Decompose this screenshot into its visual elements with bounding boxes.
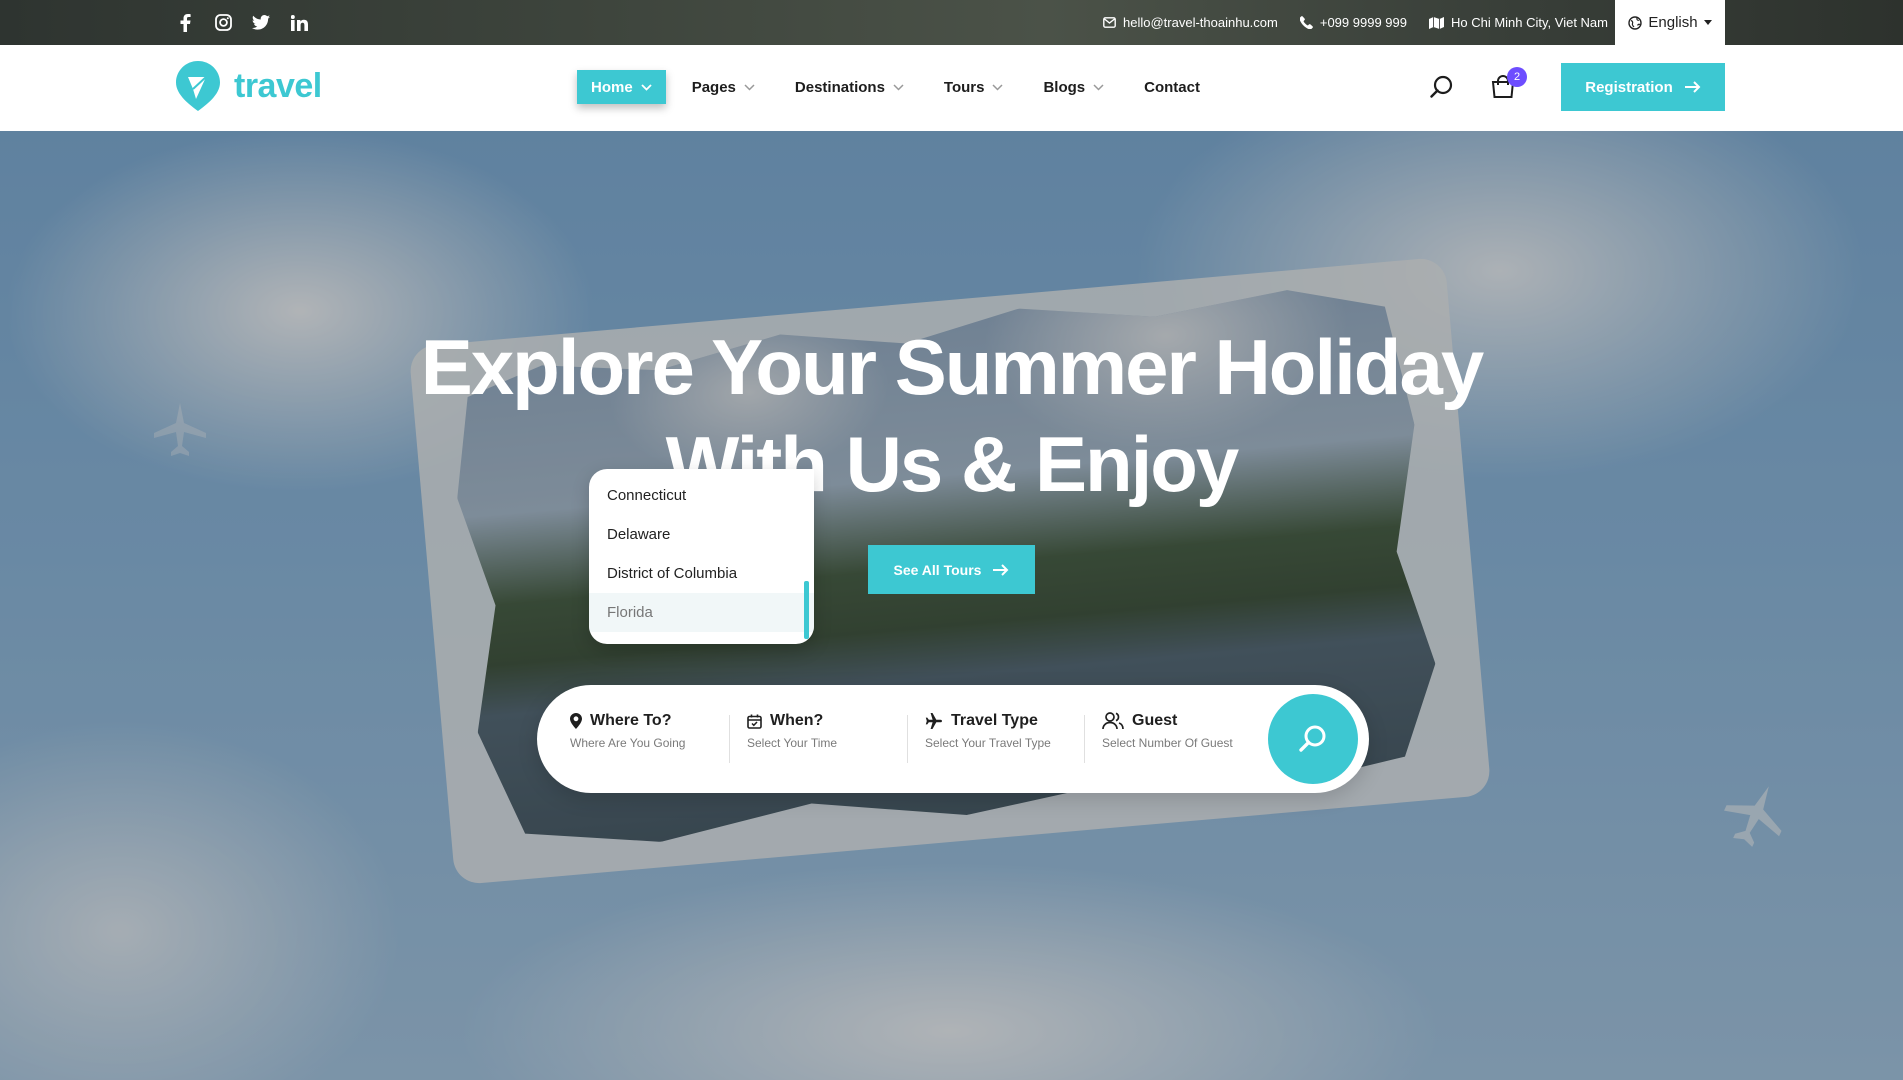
phone-icon: [1299, 16, 1313, 29]
search-icon: [1299, 725, 1326, 752]
linkedin-icon[interactable]: [290, 14, 308, 32]
users-icon: [1102, 712, 1124, 730]
registration-label: Registration: [1585, 78, 1673, 96]
logo-pin-icon: [176, 61, 220, 111]
chevron-down-icon: [1093, 83, 1104, 91]
nav-contact-label: Contact: [1144, 78, 1200, 96]
contact-phone[interactable]: +099 9999 999: [1299, 15, 1407, 30]
dropdown-option[interactable]: Delaware: [589, 515, 814, 554]
see-all-tours-label: See All Tours: [893, 561, 982, 578]
registration-button[interactable]: Registration: [1561, 63, 1725, 111]
airplane-icon: [925, 713, 942, 729]
logo-text: travel: [234, 66, 322, 105]
dropdown-option[interactable]: Connecticut: [589, 476, 814, 515]
travel-type-field[interactable]: Travel Type Select Your Travel Type: [925, 712, 1051, 768]
mail-icon: [1103, 17, 1116, 28]
dropdown-option[interactable]: District of Columbia: [589, 554, 814, 593]
arrow-right-icon: [993, 563, 1009, 576]
where-to-field[interactable]: Where To? Where Are You Going: [570, 712, 685, 768]
nav-pages-label: Pages: [691, 78, 736, 96]
hero-title-line1: Explore Your Summer Holiday: [420, 323, 1484, 411]
nav-contact[interactable]: Contact: [1130, 70, 1214, 104]
social-links: [176, 0, 308, 45]
nav-blogs-label: Blogs: [1043, 78, 1086, 96]
chevron-down-icon: [893, 83, 904, 91]
top-bar: hello@travel-thoainhu.com +099 9999 999 …: [0, 0, 1903, 45]
language-selector[interactable]: English: [1615, 0, 1725, 45]
site-logo[interactable]: travel: [176, 61, 322, 111]
field-divider: [729, 715, 730, 763]
nav-destinations-label: Destinations: [794, 78, 885, 96]
chevron-down-icon: [641, 83, 652, 91]
search-submit-button[interactable]: [1268, 694, 1358, 784]
dropdown-option-highlighted[interactable]: Florida: [589, 593, 814, 632]
contact-address[interactable]: Ho Chi Minh City, Viet Nam: [1428, 15, 1608, 30]
hero-title-line2: With Us & Enjoy: [665, 420, 1240, 508]
cart-count-badge: 2: [1507, 67, 1527, 87]
where-to-subtitle: Where Are You Going: [570, 736, 686, 750]
caret-down-icon: [1703, 20, 1712, 25]
where-to-title: Where To?: [590, 712, 672, 729]
nav-blogs[interactable]: Blogs: [1029, 70, 1118, 104]
chevron-down-icon: [992, 83, 1003, 91]
tour-search-bar: Where To? Where Are You Going When? Sele…: [537, 685, 1369, 793]
contact-info: hello@travel-thoainhu.com +099 9999 999 …: [1103, 0, 1608, 45]
contact-email[interactable]: hello@travel-thoainhu.com: [1103, 15, 1278, 30]
arrow-right-icon: [1684, 81, 1701, 93]
email-text: hello@travel-thoainhu.com: [1123, 15, 1278, 30]
field-divider: [907, 715, 908, 763]
destination-dropdown[interactable]: Connecticut Delaware District of Columbi…: [589, 469, 814, 644]
hero-title: Explore Your Summer Holiday With Us & En…: [0, 319, 1903, 513]
guest-subtitle: Select Number Of Guest: [1102, 736, 1233, 750]
language-label: English: [1648, 14, 1698, 31]
address-text: Ho Chi Minh City, Viet Nam: [1450, 15, 1608, 30]
cart-button[interactable]: 2: [1491, 67, 1527, 99]
nav-tours-label: Tours: [943, 78, 985, 96]
map-icon: [1428, 16, 1444, 29]
when-title: When?: [770, 712, 824, 729]
nav-home-label: Home: [591, 78, 633, 96]
main-nav: Home Pages Destinations Tours Blogs Cont…: [577, 70, 1226, 104]
guest-title: Guest: [1132, 712, 1178, 729]
chevron-down-icon: [744, 83, 755, 91]
search-button[interactable]: [1430, 75, 1454, 99]
nav-destinations[interactable]: Destinations: [781, 70, 918, 104]
hero-dim-overlay: [0, 131, 1903, 1080]
globe-icon: [1628, 15, 1643, 30]
travel-type-title: Travel Type: [951, 712, 1038, 729]
guest-field[interactable]: Guest Select Number Of Guest: [1102, 712, 1233, 768]
dropdown-scrollbar[interactable]: [804, 581, 809, 639]
facebook-icon[interactable]: [176, 13, 194, 32]
phone-text: +099 9999 999: [1319, 15, 1407, 30]
dropdown-option[interactable]: Georgia: [589, 632, 814, 644]
main-header: travel Home Pages Destinations Tours Blo…: [0, 45, 1903, 131]
field-divider: [1084, 715, 1085, 763]
when-subtitle: Select Your Time: [747, 736, 838, 750]
when-field[interactable]: When? Select Your Time: [747, 712, 837, 768]
nav-home[interactable]: Home: [577, 70, 666, 104]
travel-type-subtitle: Select Your Travel Type: [925, 736, 1051, 750]
location-pin-icon: [570, 713, 582, 729]
see-all-tours-button[interactable]: See All Tours: [868, 545, 1035, 594]
twitter-icon[interactable]: [252, 14, 270, 32]
hero-section: Explore Your Summer Holiday With Us & En…: [0, 131, 1903, 1080]
nav-pages[interactable]: Pages: [678, 70, 769, 104]
instagram-icon[interactable]: [214, 14, 232, 32]
calendar-icon: [747, 714, 762, 729]
nav-tours[interactable]: Tours: [930, 70, 1018, 104]
search-icon: [1430, 75, 1453, 98]
